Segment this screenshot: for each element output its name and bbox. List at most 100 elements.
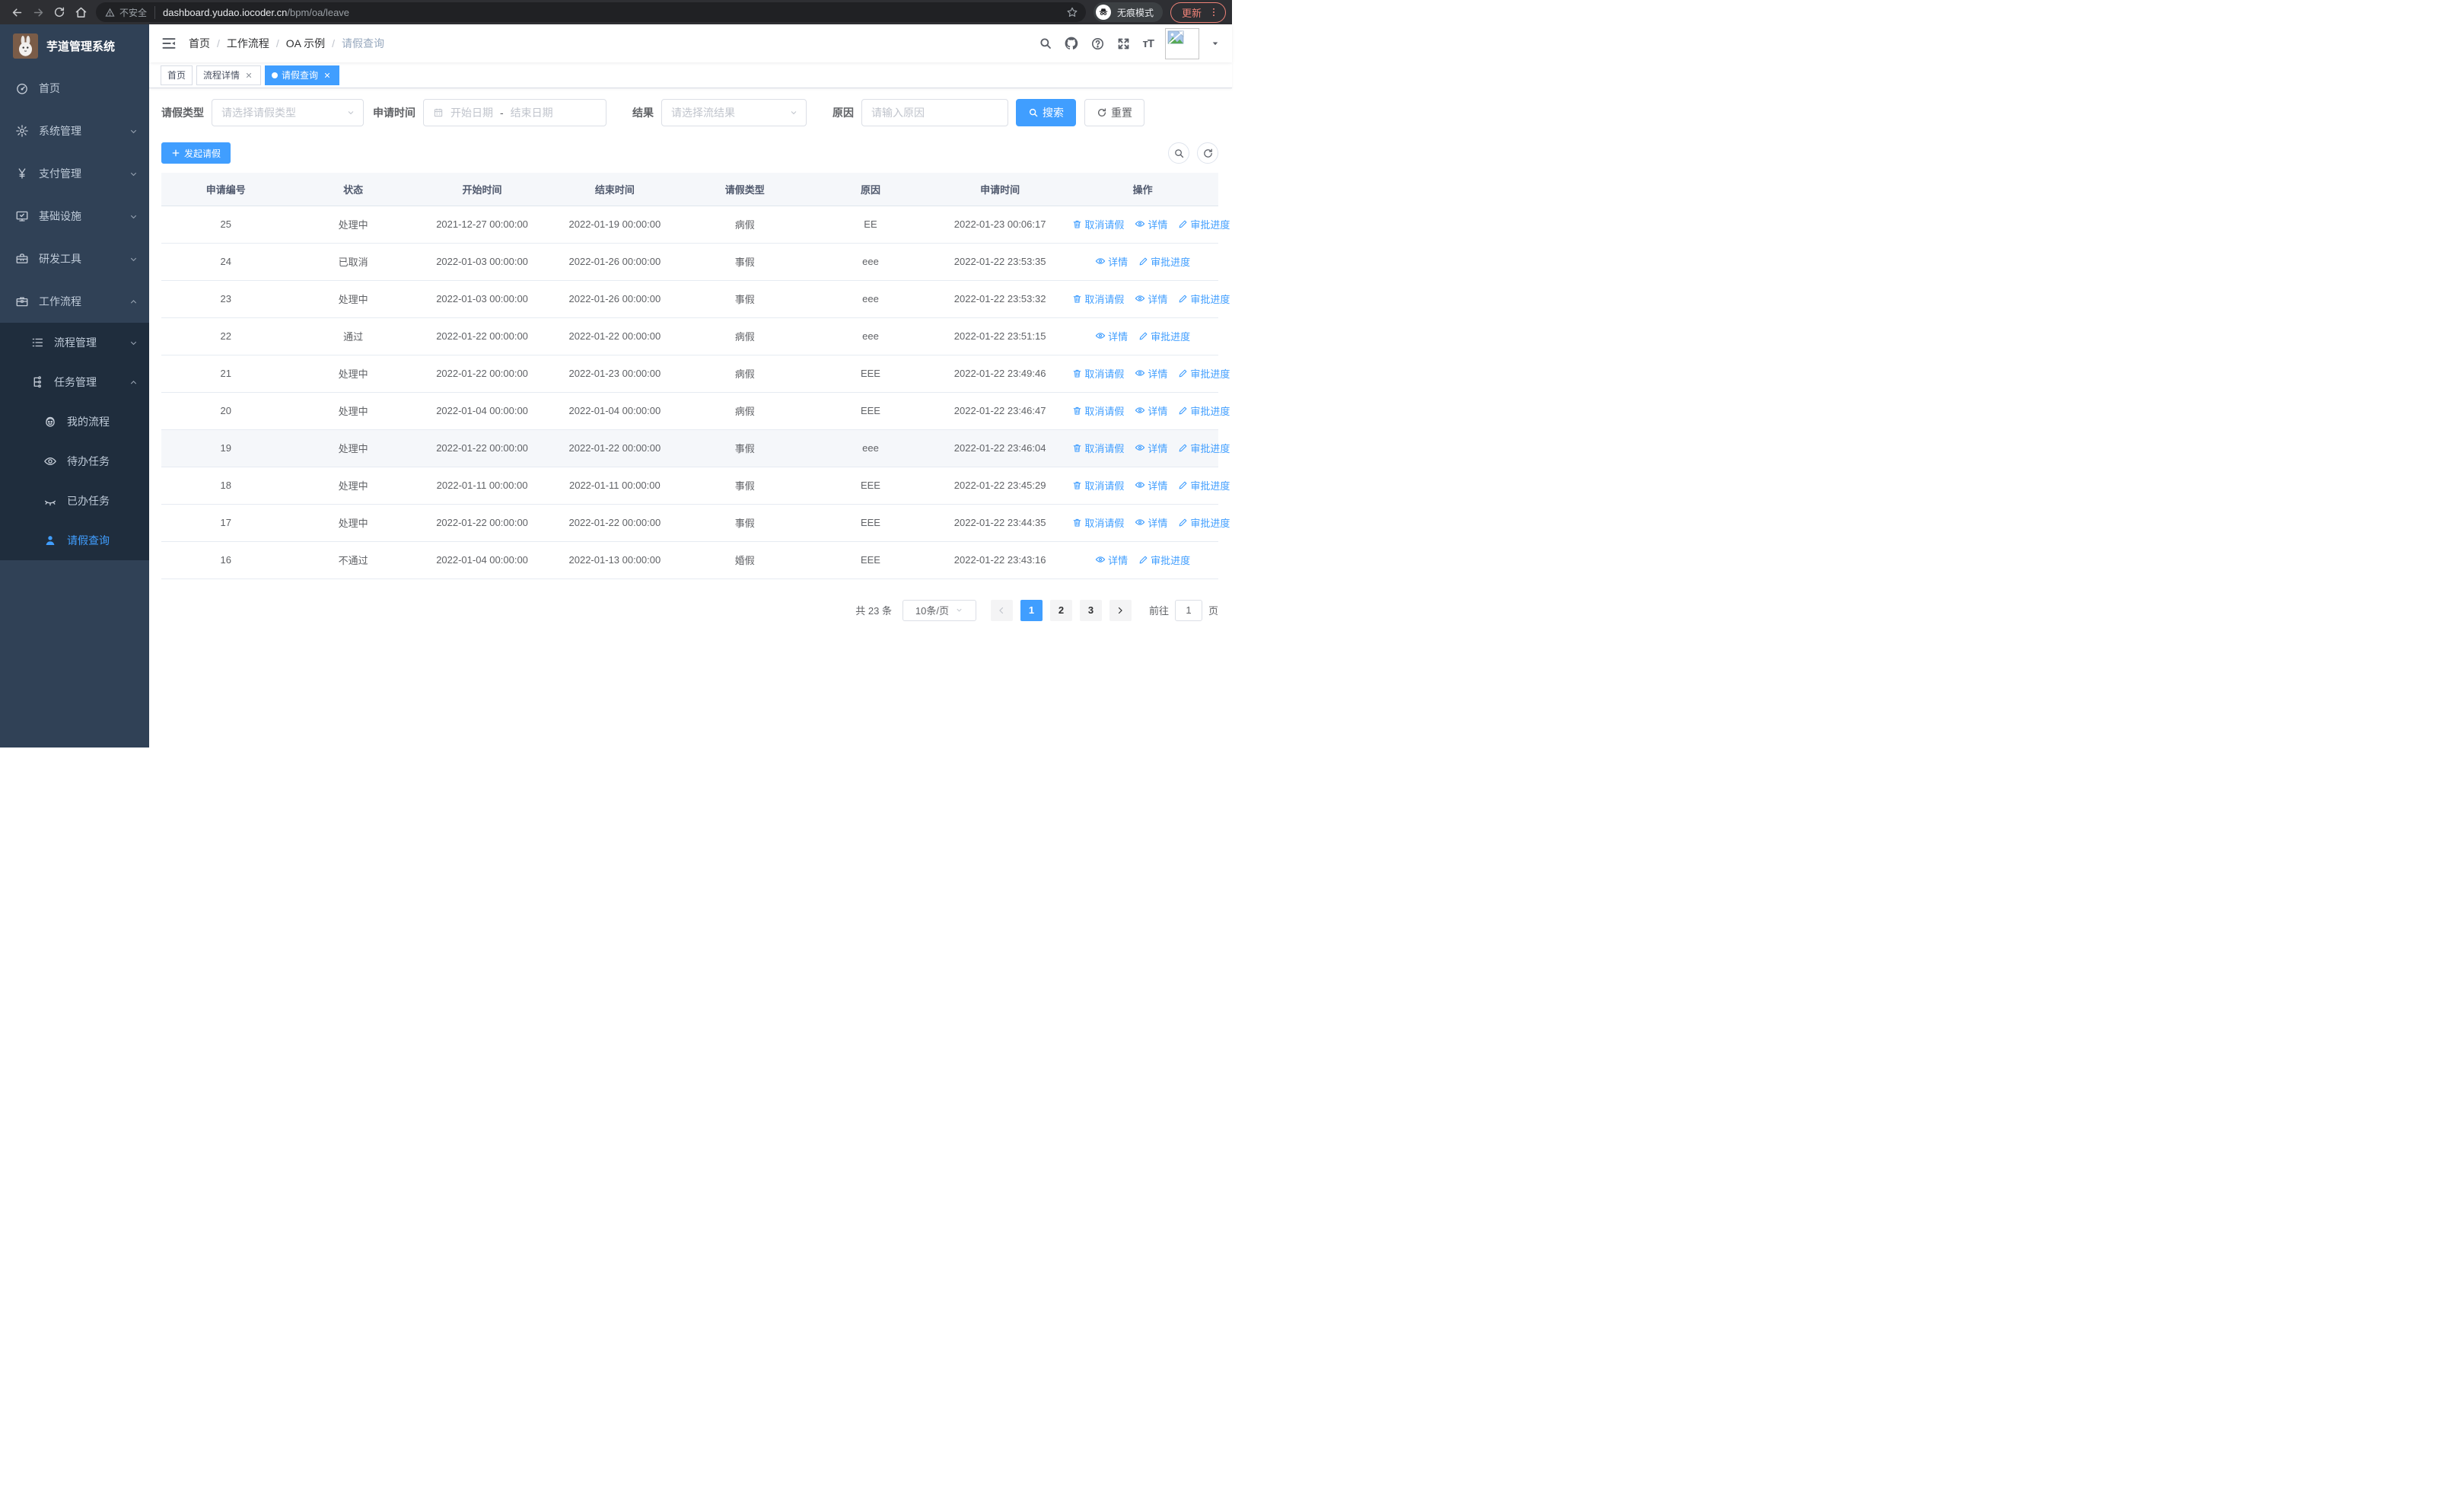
page-button-2[interactable]: 2 [1049,599,1072,621]
app-logo[interactable]: 芋道管理系统 [0,24,149,67]
row-action-cancel[interactable]: 取消请假 [1072,515,1124,530]
tab-请假查询[interactable]: 请假查询 [265,65,340,85]
table-row[interactable]: 22 通过 2022-01-22 00:00:00 2022-01-22 00:… [161,317,1218,355]
row-action-progress[interactable]: 审批进度 [1178,478,1230,492]
help-icon[interactable] [1090,37,1105,51]
security-chip[interactable]: 不安全 [105,5,156,19]
result-select[interactable]: 请选择流结果 [661,99,807,126]
tab-首页[interactable]: 首页 [161,65,193,85]
table-row[interactable]: 24 已取消 2022-01-03 00:00:00 2022-01-26 00… [161,243,1218,281]
browser-update-button[interactable]: 更新 [1170,2,1226,23]
reset-button[interactable]: 重置 [1084,99,1144,126]
sidebar-item-工作流程[interactable]: 工作流程 [0,280,149,323]
table-row[interactable]: 21 处理中 2022-01-22 00:00:00 2022-01-23 00… [161,355,1230,393]
reason-input[interactable]: 请输入原因 [861,99,1008,126]
close-icon[interactable] [322,70,333,81]
table-row[interactable]: 19 处理中 2022-01-22 00:00:00 2022-01-22 00… [161,429,1230,467]
goto-page-input[interactable]: 1 [1174,599,1202,621]
sidebar-item-待办任务[interactable]: 待办任务 [0,441,149,481]
sidebar-item-系统管理[interactable]: 系统管理 [0,110,149,152]
breadcrumb-item[interactable]: 工作流程 [227,36,269,51]
sidebar-item-支付管理[interactable]: 支付管理 [0,152,149,195]
row-action-cancel[interactable]: 取消请假 [1072,441,1124,455]
row-action-detail[interactable]: 详情 [1095,329,1128,343]
user-avatar[interactable] [1165,27,1199,59]
apply-time-label: 申请时间 [373,107,415,119]
row-action-progress[interactable]: 审批进度 [1178,292,1230,306]
user-icon [43,534,57,547]
row-action-progress[interactable]: 审批进度 [1138,553,1190,567]
cell-id: 16 [161,541,291,579]
row-action-progress[interactable]: 审批进度 [1178,515,1230,530]
breadcrumb-item[interactable]: 首页 [189,36,210,51]
row-action-detail[interactable]: 详情 [1135,292,1167,306]
cell-end-time: 2022-01-22 00:00:00 [548,504,682,542]
row-action-cancel[interactable]: 取消请假 [1072,217,1124,231]
close-icon[interactable] [244,70,254,81]
fullscreen-icon[interactable] [1116,37,1131,51]
row-action-progress[interactable]: 审批进度 [1178,441,1230,455]
prev-page-button[interactable] [990,599,1013,621]
sidebar-item-流程管理[interactable]: 流程管理 [0,323,149,362]
page-size-select[interactable]: 10条/页 [902,599,976,621]
browser-forward-button[interactable] [27,2,49,23]
show-search-toggle-button[interactable] [1168,142,1189,164]
create-leave-button[interactable]: 发起请假 [161,142,231,164]
eye-sm-icon [1095,554,1106,565]
table-row[interactable]: 25 处理中 2021-12-27 00:00:00 2022-01-19 00… [161,206,1230,244]
sidebar-item-请假查询[interactable]: 请假查询 [0,521,149,560]
sidebar-item-已办任务[interactable]: 已办任务 [0,481,149,521]
sidebar-item-我的流程[interactable]: 我的流程 [0,402,149,441]
leave-type-select[interactable]: 请选择请假类型 [212,99,364,126]
row-action-cancel[interactable]: 取消请假 [1072,292,1124,306]
sidebar-item-基础设施[interactable]: 基础设施 [0,195,149,237]
row-action-progress[interactable]: 审批进度 [1138,329,1190,343]
page-button-1[interactable]: 1 [1020,599,1043,621]
sidebar-item-label: 任务管理 [54,376,97,388]
browser-reload-button[interactable] [49,2,70,23]
home-icon [75,6,88,19]
row-action-detail[interactable]: 详情 [1095,553,1128,567]
kebab-menu-icon[interactable] [1208,7,1219,18]
sidebar-fold-icon[interactable] [161,36,177,51]
row-action-detail[interactable]: 详情 [1135,403,1167,418]
row-action-detail[interactable]: 详情 [1135,366,1167,381]
address-bar[interactable]: 不安全 dashboard.yudao.iocoder.cn/bpm/oa/le… [96,2,1086,22]
row-action-detail[interactable]: 详情 [1135,217,1167,231]
table-row[interactable]: 18 处理中 2022-01-11 00:00:00 2022-01-11 00… [161,467,1230,505]
browser-home-button[interactable] [70,2,91,23]
row-action-detail[interactable]: 详情 [1135,515,1167,530]
table-row[interactable]: 17 处理中 2022-01-22 00:00:00 2022-01-22 00… [161,504,1230,542]
browser-back-button[interactable] [6,2,27,23]
bookmark-star-icon[interactable] [1066,6,1078,18]
tab-流程详情[interactable]: 流程详情 [196,65,262,85]
sidebar-item-任务管理[interactable]: 任务管理 [0,362,149,402]
sidebar-item-研发工具[interactable]: 研发工具 [0,237,149,280]
row-action-cancel[interactable]: 取消请假 [1072,366,1124,381]
row-action-detail[interactable]: 详情 [1095,254,1128,269]
font-size-icon[interactable]: тT [1142,37,1154,50]
refresh-table-button[interactable] [1197,142,1218,164]
github-icon[interactable] [1064,36,1079,51]
apply-time-range-picker[interactable]: 开始日期 - 结束日期 [423,99,606,126]
table-row[interactable]: 20 处理中 2022-01-04 00:00:00 2022-01-04 00… [161,392,1230,430]
row-action-detail[interactable]: 详情 [1135,441,1167,455]
header-search-icon[interactable] [1039,37,1052,50]
cell-end-time: 2022-01-19 00:00:00 [548,206,682,244]
row-action-detail[interactable]: 详情 [1135,478,1167,492]
row-action-progress[interactable]: 审批进度 [1178,366,1230,381]
row-action-cancel[interactable]: 取消请假 [1072,478,1124,492]
caret-down-icon[interactable] [1211,39,1220,48]
next-page-button[interactable] [1109,599,1132,621]
row-action-progress[interactable]: 审批进度 [1138,254,1190,269]
row-action-progress[interactable]: 审批进度 [1178,403,1230,418]
page-button-3[interactable]: 3 [1079,599,1102,621]
table-row[interactable]: 23 处理中 2022-01-03 00:00:00 2022-01-26 00… [161,280,1230,318]
row-action-cancel[interactable]: 取消请假 [1072,403,1124,418]
sidebar-item-首页[interactable]: 首页 [0,67,149,110]
search-button[interactable]: 搜索 [1016,99,1076,126]
row-action-progress[interactable]: 审批进度 [1178,217,1230,231]
table-row[interactable]: 16 不通过 2022-01-04 00:00:00 2022-01-13 00… [161,541,1218,579]
cell-actions: 详情 审批进度 [1067,317,1218,355]
breadcrumb-item[interactable]: OA 示例 [286,36,325,51]
